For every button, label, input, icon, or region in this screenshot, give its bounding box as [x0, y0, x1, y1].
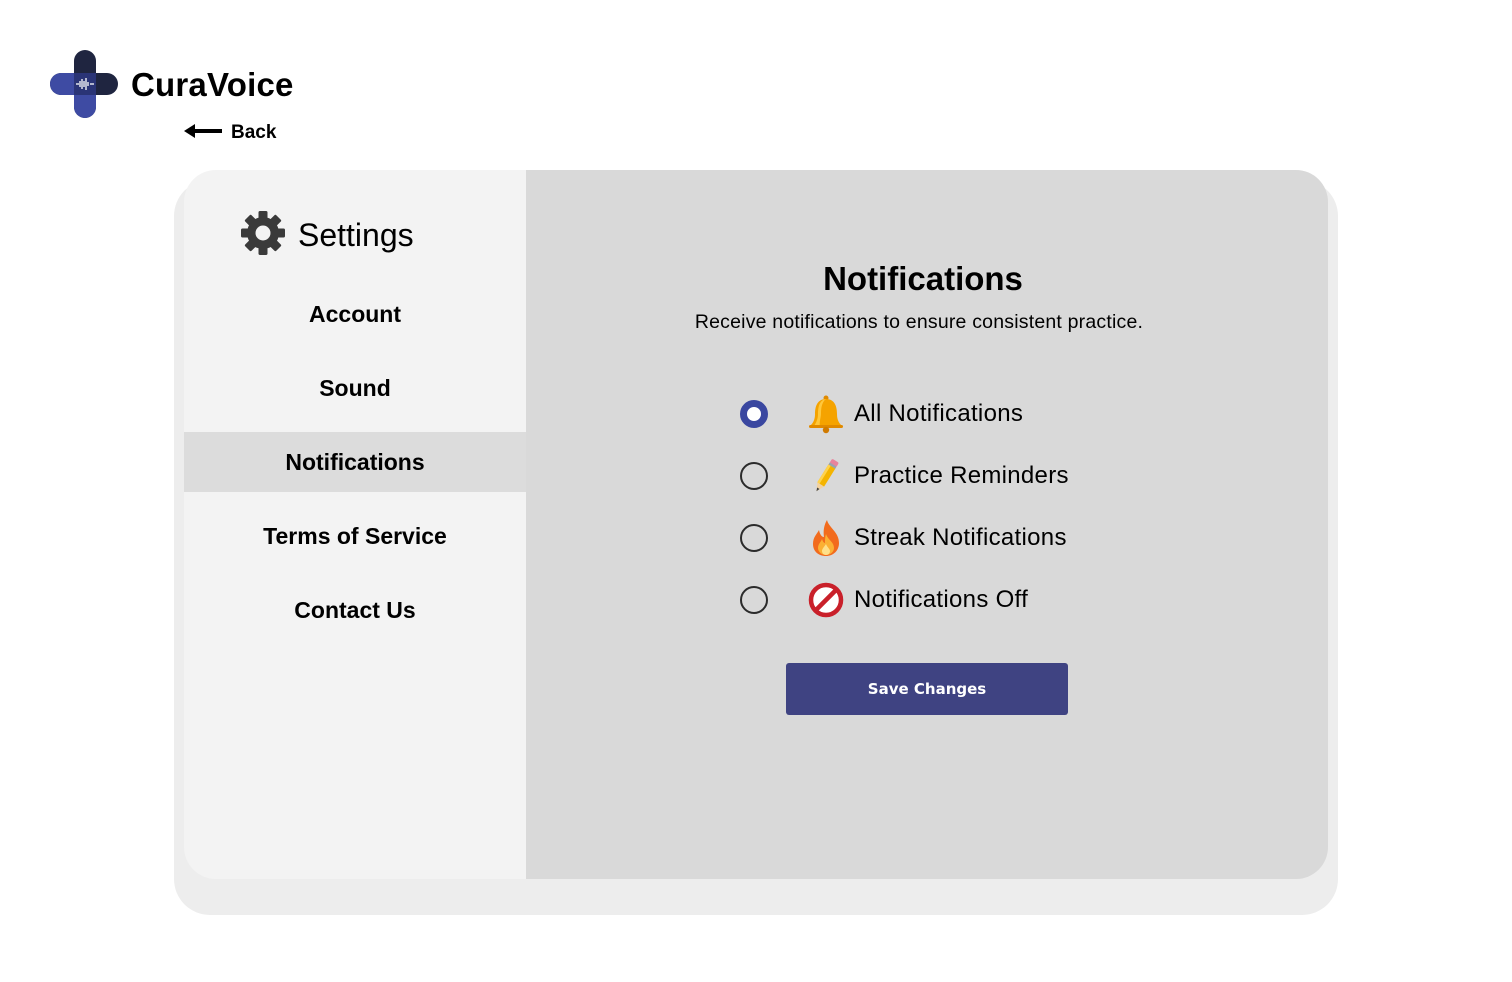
option-label: Notifications Off — [854, 586, 1029, 613]
sidebar-item-account[interactable]: Account — [184, 284, 526, 344]
settings-menu: Account Sound Notifications Terms of Ser… — [184, 284, 526, 654]
radio-practice-reminders[interactable] — [740, 462, 768, 490]
settings-title: Settings — [298, 217, 414, 253]
page-title: Notifications — [823, 260, 1023, 297]
gear-icon — [240, 210, 286, 261]
arrow-left-icon — [184, 123, 222, 144]
sidebar-item-terms-of-service[interactable]: Terms of Service — [184, 506, 526, 566]
settings-card: Settings Account Sound Notifications Ter… — [184, 170, 1328, 879]
settings-sidebar: Settings Account Sound Notifications Ter… — [184, 170, 526, 879]
medical-cross-waveform-icon — [50, 50, 120, 120]
radio-all-notifications[interactable] — [740, 400, 768, 428]
option-label: Streak Notifications — [854, 524, 1067, 551]
brand-name: CuraVoice — [131, 66, 294, 103]
back-label: Back — [231, 122, 277, 143]
bell-icon — [806, 394, 846, 434]
brand-logo: CuraVoice — [50, 50, 294, 120]
page-subtitle: Receive notifications to ensure consiste… — [694, 311, 1144, 333]
option-practice-reminders[interactable]: Practice Reminders — [740, 445, 1069, 507]
notifications-panel: Notifications Receive notifications to e… — [526, 170, 1328, 879]
sidebar-item-notifications[interactable]: Notifications — [184, 432, 526, 492]
option-all-notifications[interactable]: All Notifications — [740, 383, 1069, 445]
option-label: Practice Reminders — [854, 462, 1069, 489]
pencil-icon — [806, 456, 846, 496]
back-button[interactable]: Back — [184, 122, 276, 144]
option-label: All Notifications — [854, 400, 1024, 427]
save-changes-button[interactable]: Save Changes — [786, 663, 1068, 715]
radio-notifications-off[interactable] — [740, 586, 768, 614]
radio-streak-notifications[interactable] — [740, 524, 768, 552]
notification-options: All Notifications Practice Reminders Str… — [740, 383, 1069, 631]
prohibited-icon — [806, 580, 846, 620]
sidebar-item-contact-us[interactable]: Contact Us — [184, 580, 526, 640]
sidebar-item-sound[interactable]: Sound — [184, 358, 526, 418]
option-notifications-off[interactable]: Notifications Off — [740, 569, 1069, 631]
option-streak-notifications[interactable]: Streak Notifications — [740, 507, 1069, 569]
settings-header: Settings — [240, 210, 414, 261]
fire-icon — [806, 518, 846, 558]
